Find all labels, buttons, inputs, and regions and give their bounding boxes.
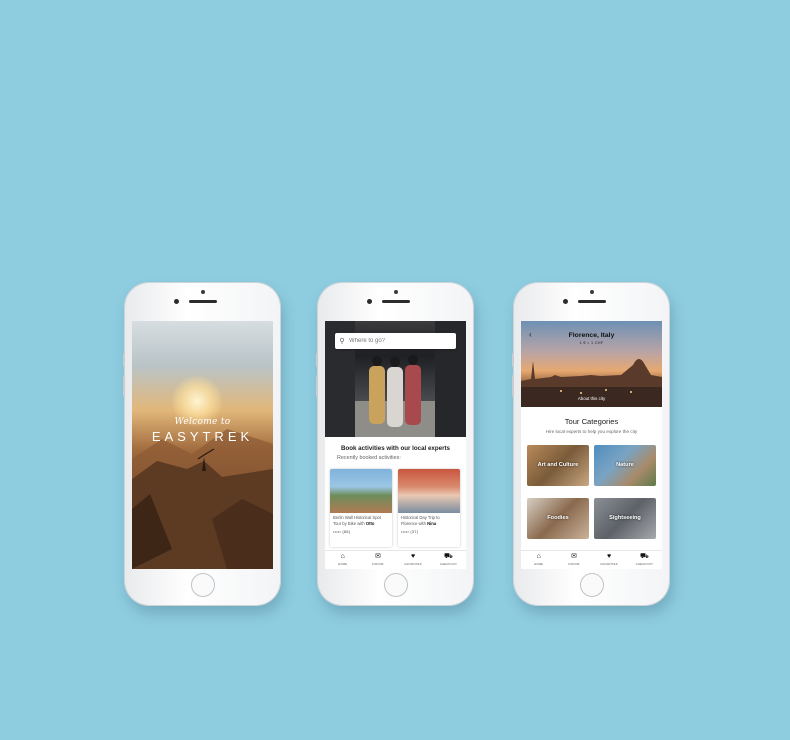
- hero-image: ⚲: [325, 321, 466, 437]
- activity-card[interactable]: Berlin Wall Historical Spot Tour by Bike…: [330, 469, 392, 547]
- activity-title: Historical Day Trip to Florence with Nin…: [401, 515, 440, 526]
- earpiece-speaker: [577, 300, 606, 303]
- section-subheading: Recently booked activities:: [337, 455, 401, 461]
- nav-favorites[interactable]: ♥ FAVORITES: [398, 551, 428, 566]
- sensor-dot: [174, 299, 179, 304]
- category-tile-art[interactable]: Art and Culture: [527, 445, 589, 486]
- nav-forum[interactable]: ✉ FORUM: [559, 551, 589, 566]
- home-button[interactable]: [579, 573, 604, 597]
- category-tile-foodies[interactable]: Foodies: [527, 498, 589, 539]
- city-hero-image: ‹ Florence, Italy 1 € = 1 CHF About this…: [521, 321, 662, 407]
- activity-title: Berlin Wall Historical Spot Tour by Bike…: [333, 515, 382, 526]
- category-tile-nature[interactable]: Nature: [594, 445, 656, 486]
- activity-rating: ••••• (37): [401, 529, 419, 534]
- categories-subtitle: Hire local experts to help you explore t…: [545, 429, 638, 434]
- activity-rating: ••••• (65): [333, 529, 351, 534]
- bottom-nav: ⌂ HOME ✉ FORUM ♥ FAVORITES ⛟ CHECKOUT: [325, 550, 466, 569]
- bottom-nav: ⌂ HOME ✉ FORUM ♥ FAVORITES ⛟ CHECKOUT: [521, 550, 662, 569]
- phone-city: ‹ Florence, Italy 1 € = 1 CHF About this…: [512, 283, 669, 605]
- phone-splash: Welcome to EASYTREK: [123, 283, 280, 605]
- brand-logo-text: EASYTREK: [151, 429, 254, 444]
- heart-icon: ♥: [411, 553, 416, 560]
- splash-screen: Welcome to EASYTREK: [132, 321, 273, 569]
- earpiece-speaker: [188, 300, 217, 303]
- city-screen: ‹ Florence, Italy 1 € = 1 CHF About this…: [521, 321, 662, 569]
- phone-home: ⚲ Book activities with our local experts…: [316, 283, 473, 605]
- welcome-text: Welcome to: [174, 417, 231, 427]
- category-tile-sightseeing[interactable]: Sightseeing: [594, 498, 656, 539]
- activity-image: [330, 469, 392, 513]
- cart-icon: ⛟: [443, 553, 453, 560]
- nav-checkout[interactable]: ⛟ CHECKOUT: [629, 551, 659, 566]
- home-icon: ⌂: [340, 553, 345, 560]
- activity-card[interactable]: Historical Day Trip to Florence with Nin…: [398, 469, 460, 547]
- activity-image: [398, 469, 460, 513]
- front-camera: [589, 290, 594, 294]
- nav-favorites[interactable]: ♥ FAVORITES: [594, 551, 624, 566]
- home-button[interactable]: [190, 573, 215, 597]
- home-icon: ⌂: [536, 553, 541, 560]
- heart-icon: ♥: [607, 553, 612, 560]
- front-camera: [200, 290, 205, 294]
- nav-forum[interactable]: ✉ FORUM: [363, 551, 393, 566]
- categories-title: Tour Categories: [564, 417, 619, 426]
- sensor-dot: [367, 299, 372, 304]
- search-bar[interactable]: ⚲: [335, 333, 456, 349]
- currency-rate: 1 € = 1 CHF: [579, 341, 604, 345]
- earpiece-speaker: [381, 300, 410, 303]
- city-name: Florence, Italy: [568, 332, 615, 339]
- nav-checkout[interactable]: ⛟ CHECKOUT: [433, 551, 463, 566]
- cart-icon: ⛟: [639, 553, 649, 560]
- nav-home[interactable]: ⌂ HOME: [524, 551, 554, 566]
- section-heading: Book activities with our local experts: [340, 445, 450, 452]
- search-input[interactable]: [349, 338, 449, 344]
- chat-icon: ✉: [570, 553, 577, 560]
- about-city-link[interactable]: About this city: [521, 396, 662, 401]
- sensor-dot: [563, 299, 568, 304]
- home-screen: ⚲ Book activities with our local experts…: [325, 321, 466, 569]
- nav-home[interactable]: ⌂ HOME: [328, 551, 358, 566]
- home-button[interactable]: [383, 573, 408, 597]
- search-icon: ⚲: [339, 338, 345, 345]
- front-camera: [393, 290, 398, 294]
- chat-icon: ✉: [374, 553, 381, 560]
